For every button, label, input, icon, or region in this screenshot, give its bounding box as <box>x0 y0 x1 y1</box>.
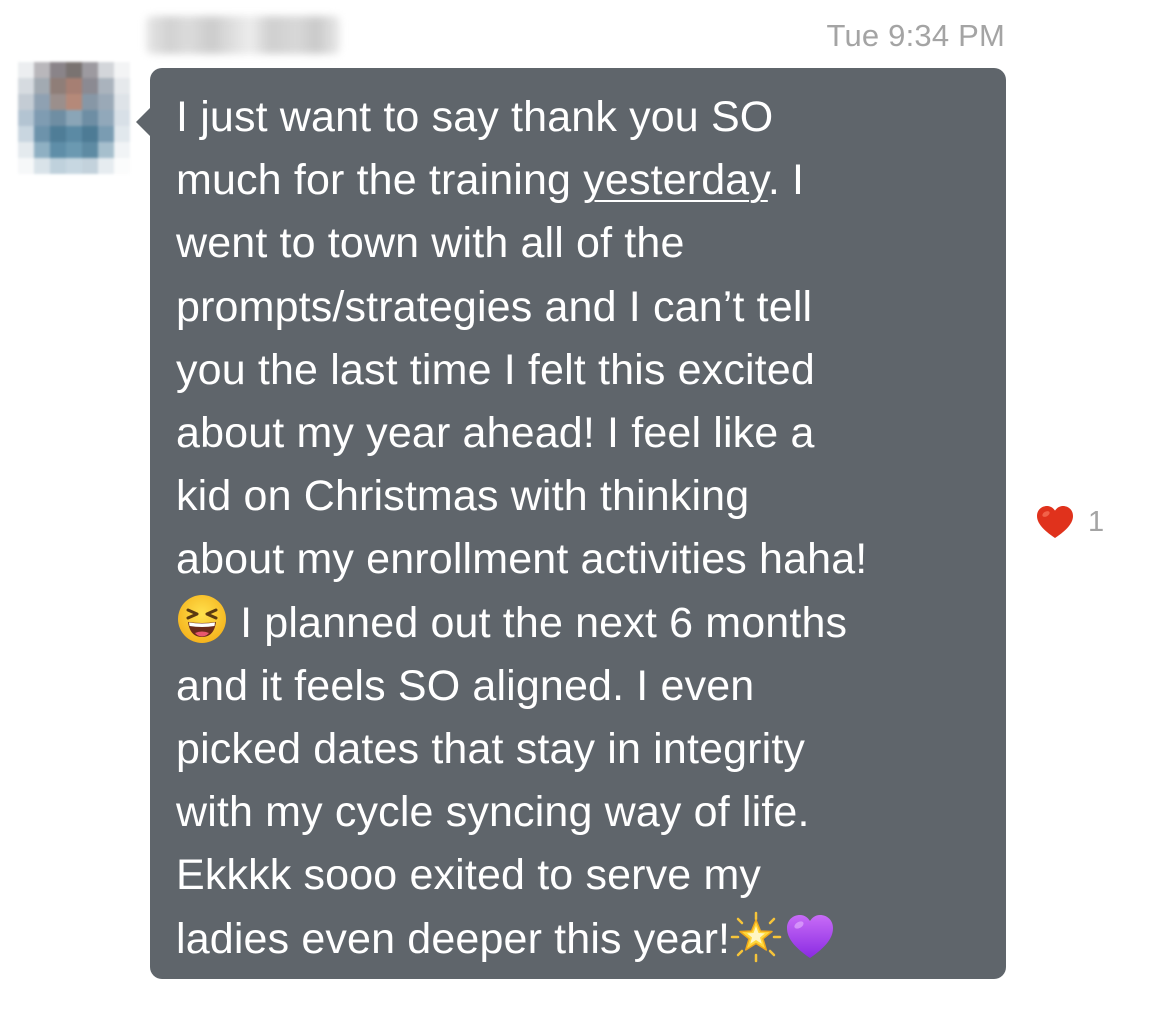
purple-heart-emoji <box>787 914 834 958</box>
message-bubble[interactable]: I just want to say thank you SO much for… <box>150 68 1006 979</box>
message-timestamp: Tue 9:34 PM <box>826 18 1005 53</box>
message-text: I just want to say thank you SO much for… <box>176 86 986 971</box>
reaction-badge[interactable]: 1 <box>1036 505 1104 539</box>
message-line: I just want to say thank you SO <box>176 93 774 141</box>
message-line: much for the training <box>176 156 584 205</box>
message-paragraph: and it feels SO aligned. I even picked d… <box>176 661 810 900</box>
reaction-count: 1 <box>1088 505 1105 538</box>
message-line: I planned out the next 6 months <box>228 598 848 647</box>
red-heart-icon <box>1037 506 1073 538</box>
message-thread: Tue 9:34 PM I just want to say thank you… <box>0 0 1171 1025</box>
message-line: ladies even deeper this year! <box>176 914 731 963</box>
message-line: . I <box>767 156 805 205</box>
message-paragraph: went to town with all of the prompts/str… <box>176 219 868 584</box>
grinning-squinting-face-emoji <box>178 594 226 643</box>
date-link[interactable]: yesterday <box>583 156 768 204</box>
sender-avatar[interactable] <box>18 62 130 174</box>
glowing-star-emoji <box>730 911 782 962</box>
sender-name-blurred <box>146 16 340 54</box>
